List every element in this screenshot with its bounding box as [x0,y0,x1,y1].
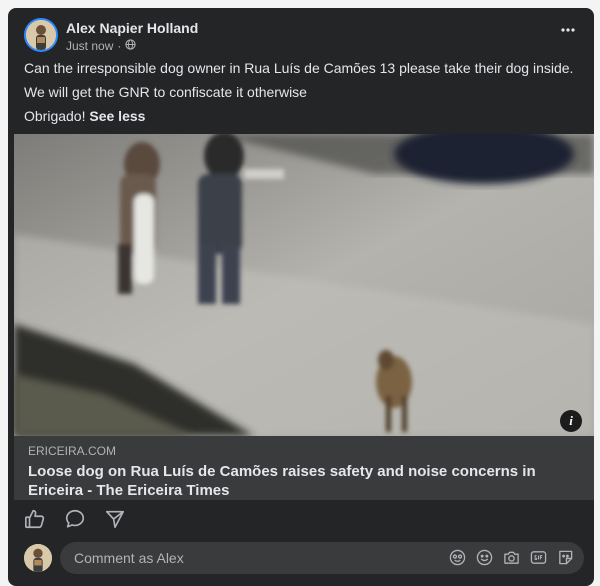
link-domain: ERICEIRA.COM [28,444,117,458]
post-text-line: We will get the GNR to confiscate it oth… [24,84,307,100]
globe-icon [125,39,136,53]
comment-bubble-icon[interactable] [64,508,86,530]
sticker-icon[interactable] [557,549,574,566]
gif-icon[interactable] [530,549,547,566]
emoji-icon[interactable] [476,549,493,566]
author-name[interactable]: Alex Napier Holland [66,20,198,36]
post-header: Alex Napier Holland Just now · [24,18,582,62]
info-icon[interactable]: i [560,410,582,432]
meta-separator: · [117,39,122,53]
more-horizontal-icon[interactable] [554,22,582,46]
commenter-avatar[interactable] [24,544,52,572]
thumbs-up-icon[interactable] [24,508,46,530]
post-text-line: Can the irresponsible dog owner in Rua L… [24,60,574,76]
avatar-sticker-icon[interactable] [449,549,466,566]
comment-tools [449,549,574,566]
post-actions [24,508,126,530]
post-timestamp[interactable]: Just now [66,39,113,53]
post-body: Can the irresponsible dog owner in Rua L… [24,60,578,132]
post-text-line: Obrigado! See less [24,108,578,124]
link-preview-image[interactable]: i [14,134,594,436]
post-meta: Just now · [66,39,136,53]
camera-icon[interactable] [503,549,520,566]
post-text-closing: Obrigado! [24,108,86,124]
post-card: Alex Napier Holland Just now · Can the i… [8,8,594,586]
link-title[interactable]: Loose dog on Rua Luís de Camões raises s… [28,462,580,500]
see-less-link[interactable]: See less [89,108,145,124]
send-icon[interactable] [104,508,126,530]
link-preview-caption[interactable]: ERICEIRA.COM Loose dog on Rua Luís de Ca… [14,436,594,500]
comment-composer [24,542,584,576]
author-avatar[interactable] [24,18,58,52]
